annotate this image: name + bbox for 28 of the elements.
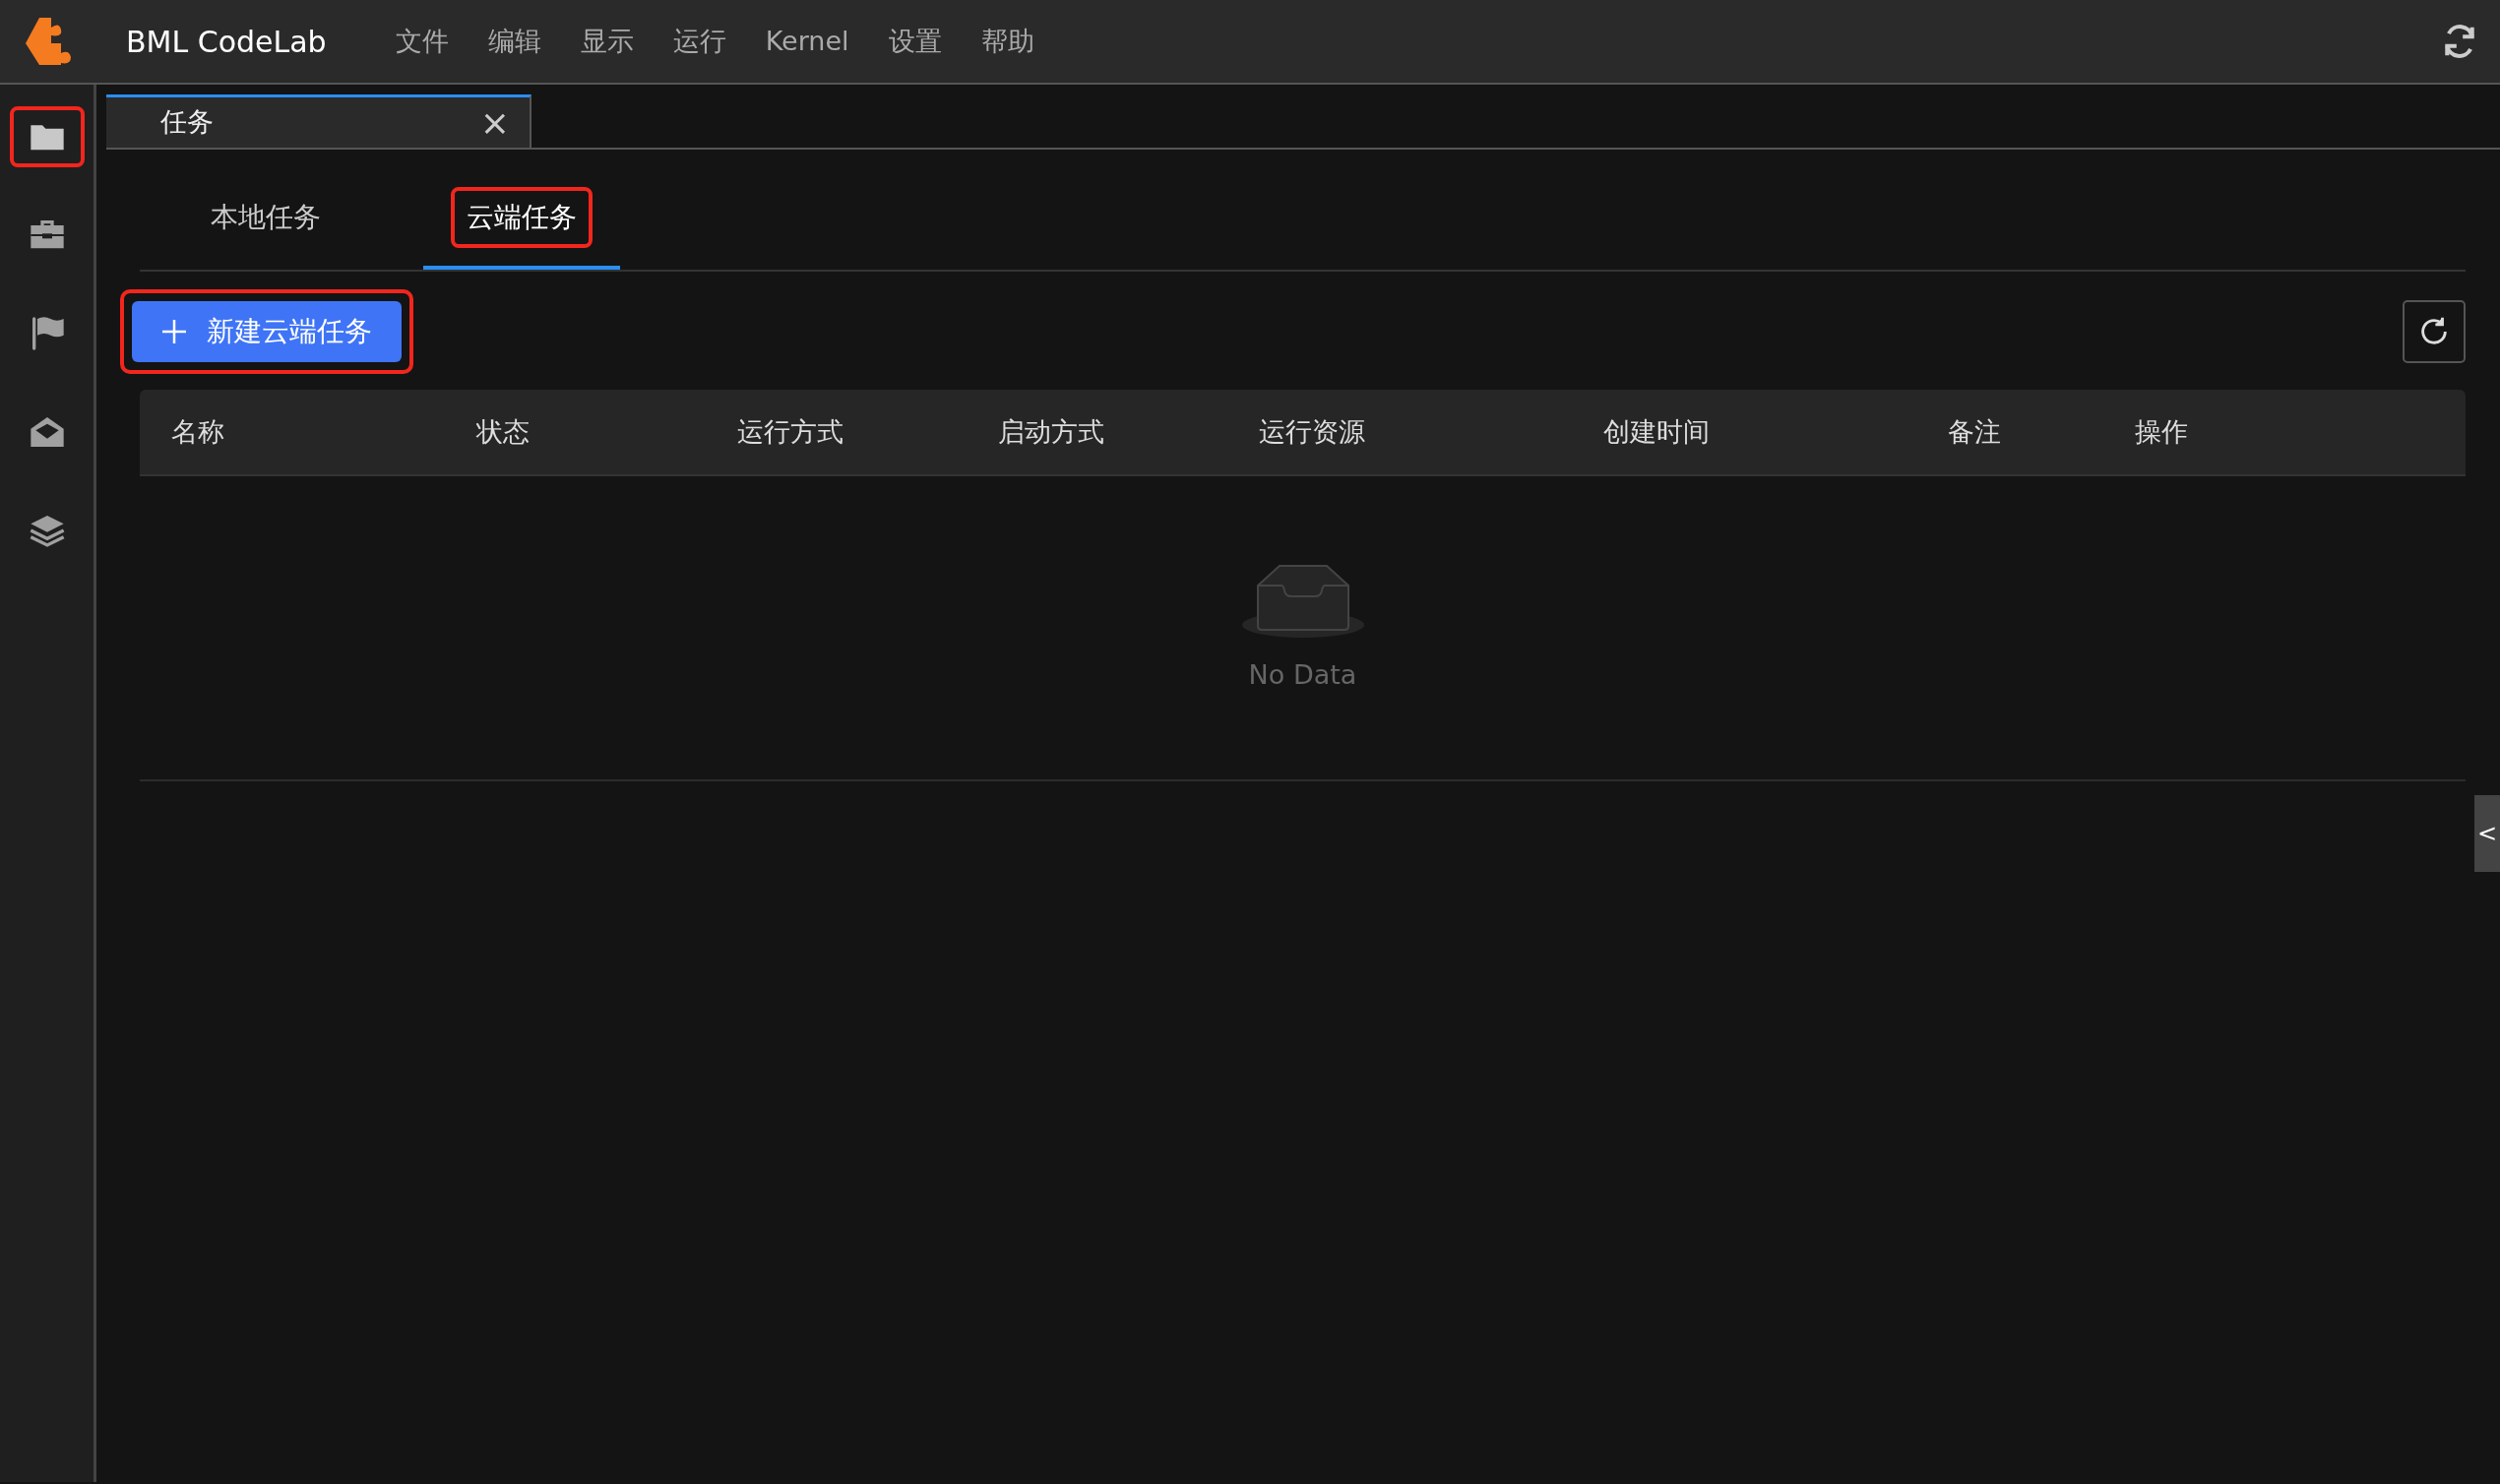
menu-item[interactable]: 编辑 [487,21,541,62]
collapse-handle[interactable]: < [2474,795,2500,872]
sidebar-button[interactable] [9,106,85,167]
tab-title: 任务 [160,105,214,140]
menu-item[interactable]: 帮助 [980,21,1034,62]
tab[interactable]: 云端任务 [423,187,620,270]
document-tab[interactable]: 任务 × [106,94,531,148]
empty-state-text: No Data [1248,657,1357,692]
refresh-button[interactable] [2403,300,2466,363]
column-header: 启动方式 [998,415,1104,447]
column-header: 名称 [171,415,224,447]
highlight-frame: 云端任务 [451,187,593,248]
menu-item[interactable]: Kernel [765,21,849,62]
menu-item[interactable]: 运行 [672,21,726,62]
column-header: 备注 [1948,415,2001,447]
new-task-button[interactable]: 新建云端任务 [132,301,402,362]
column-header: 操作 [2135,415,2188,447]
menu-item[interactable]: 设置 [888,21,942,62]
column-header: 运行方式 [737,415,844,447]
app-title: BML CodeLab [126,23,327,61]
tab[interactable]: 本地任务 [167,187,364,270]
menu-item[interactable]: 显示 [580,21,634,62]
column-header: 状态 [476,415,530,447]
close-button[interactable]: × [479,104,510,141]
column-header: 运行资源 [1259,415,1365,447]
column-header: 创建时间 [1603,415,1710,447]
menu-item[interactable]: 文件 [395,21,449,62]
plus-icon [161,319,187,344]
